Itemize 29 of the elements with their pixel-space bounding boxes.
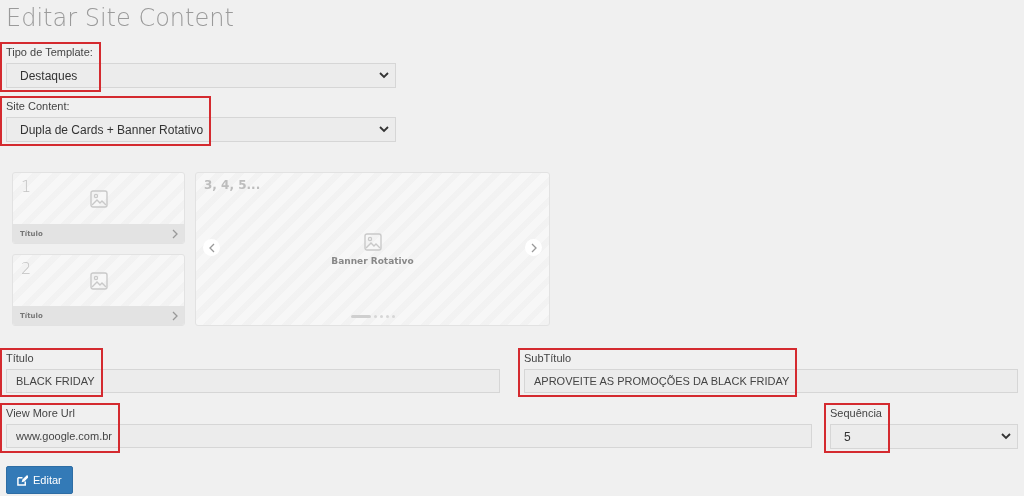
image-icon	[363, 232, 382, 251]
edit-icon	[17, 474, 28, 486]
field-label: Sequência	[830, 407, 882, 420]
select-field[interactable]: Dupla de Cards + Banner Rotativo	[6, 117, 396, 142]
carousel-prev-button[interactable]	[203, 239, 220, 256]
edit-button[interactable]: Editar	[6, 466, 73, 494]
chevron-down-icon	[379, 126, 389, 133]
text-field[interactable]: BLACK FRIDAY	[6, 369, 500, 393]
field-label: SubTítulo	[524, 352, 572, 365]
chevron-right-icon	[530, 242, 537, 253]
text-field[interactable]: APROVEITE AS PROMOÇÕES DA BLACK FRIDAY	[524, 369, 1018, 393]
image-icon	[89, 189, 108, 208]
chevron-right-icon	[172, 310, 178, 321]
banner-label: Banner Rotativo	[331, 255, 414, 266]
field-label: View More Url	[6, 407, 75, 420]
field-label: Site Content:	[6, 100, 70, 113]
banner-number: 3, 4, 5...	[204, 178, 261, 192]
text-field[interactable]: www.google.com.br	[6, 424, 812, 448]
field-label: Tipo de Template:	[6, 46, 93, 59]
chevron-down-icon	[379, 72, 389, 79]
select-field[interactable]: 5	[830, 424, 1018, 449]
chevron-left-icon	[208, 242, 215, 253]
carousel-next-button[interactable]	[525, 239, 542, 256]
field-label: Título	[6, 352, 34, 365]
image-icon	[89, 271, 108, 290]
chevron-down-icon	[1001, 433, 1011, 440]
page-title: Editar Site Content	[6, 4, 235, 32]
chevron-right-icon	[172, 228, 178, 239]
select-field[interactable]: Destaques	[6, 63, 396, 88]
